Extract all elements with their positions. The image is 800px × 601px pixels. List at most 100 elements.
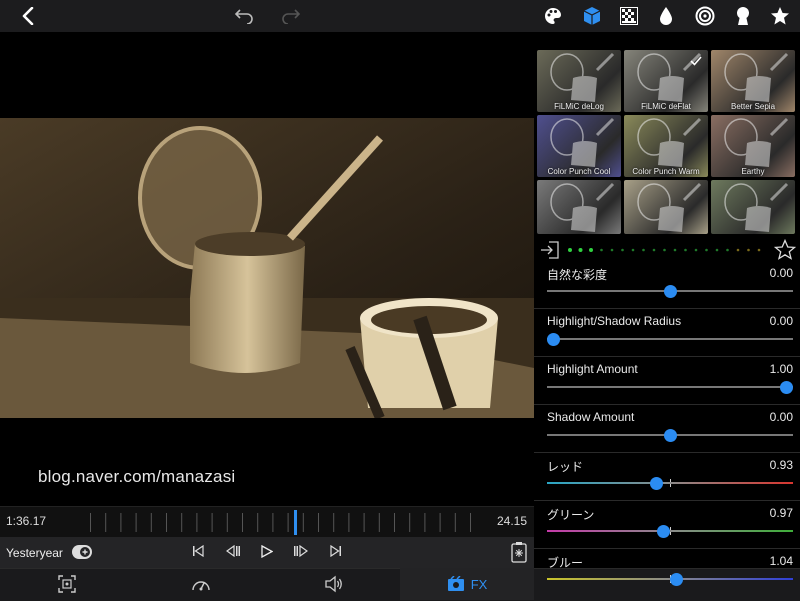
timeline-tick	[454, 513, 456, 532]
preset-dot	[663, 248, 666, 252]
skip-to-start-icon[interactable]	[192, 544, 204, 560]
keyhole-icon[interactable]	[731, 4, 755, 28]
timeline-tick	[394, 513, 395, 532]
slider-track[interactable]	[547, 386, 793, 388]
timeline-tick	[181, 513, 183, 532]
preset-dot	[684, 248, 687, 252]
filter-thumbnail[interactable]	[711, 180, 795, 234]
control-label: ブルー	[547, 556, 584, 570]
skip-to-end-icon[interactable]	[330, 544, 342, 560]
timeline-tick	[287, 513, 289, 532]
back-chevron-icon[interactable]	[16, 4, 40, 28]
tab-audio[interactable]	[268, 568, 400, 600]
filter-label: Color Punch Cool	[547, 167, 611, 176]
control-divider	[534, 308, 800, 309]
watermark-text: blog.naver.com/manazasi	[38, 467, 236, 486]
timeline-tick	[333, 513, 335, 532]
preset-dots	[568, 248, 761, 252]
filter-thumbnail[interactable]: Color Punch Warm	[624, 115, 708, 177]
tab-speed[interactable]	[134, 568, 268, 600]
control-value: 0.00	[769, 410, 793, 424]
preset-dot	[568, 248, 572, 252]
preset-strip[interactable]	[534, 234, 800, 266]
preset-dot	[747, 248, 750, 252]
slider-knob[interactable]	[663, 284, 677, 298]
control-label: レッド	[547, 460, 584, 474]
control-value: 0.00	[769, 266, 793, 280]
star-icon[interactable]	[768, 4, 792, 28]
slider-knob[interactable]	[656, 524, 670, 538]
filter-thumbnail[interactable]	[624, 180, 708, 234]
filter-thumbnail[interactable]	[537, 180, 621, 234]
timeline-tick	[211, 513, 213, 532]
timeline-tick	[166, 513, 167, 532]
control-divider	[534, 500, 800, 501]
speaker-icon	[325, 575, 342, 593]
filter-label: Color Punch Warm	[632, 167, 700, 176]
timeline-tick	[90, 513, 91, 532]
timeline-tick	[363, 513, 365, 532]
checkmark-icon	[690, 54, 702, 69]
tab-fx[interactable]: FX	[400, 568, 534, 600]
control-label: Shadow Amount	[547, 410, 635, 424]
control-divider	[534, 356, 800, 357]
checker-icon[interactable]	[617, 4, 641, 28]
timeline-tick	[318, 513, 319, 532]
control-divider	[534, 404, 800, 405]
slider-knob[interactable]	[780, 380, 793, 394]
preset-dot	[705, 248, 708, 252]
timeline-tick	[409, 513, 411, 532]
filter-thumbnail[interactable]: Better Sepia	[711, 50, 795, 112]
step-back-icon[interactable]	[225, 544, 240, 560]
filter-thumbnail[interactable]: Color Punch Cool	[537, 115, 621, 177]
spiral-icon[interactable]	[693, 4, 717, 28]
play-icon[interactable]	[261, 544, 274, 561]
timeline-tick	[424, 513, 426, 532]
palette-icon[interactable]	[541, 4, 565, 28]
timeline-scrubber[interactable]	[0, 506, 534, 538]
frame-focus-icon	[58, 575, 76, 593]
control-label: Highlight Amount	[547, 362, 638, 376]
filter-thumbnail[interactable]: FiLMiC deFlat	[624, 50, 708, 112]
preset-dot	[715, 248, 719, 252]
drop-icon[interactable]	[654, 4, 678, 28]
slider-knob[interactable]	[649, 476, 663, 490]
control-label: 自然な彩度	[547, 268, 608, 282]
look-name: Yesteryear	[6, 546, 63, 560]
fx-icon	[447, 576, 464, 591]
filter-thumbnail[interactable]: FiLMiC deLog	[537, 50, 621, 112]
timeline-tick	[135, 513, 137, 532]
cube-icon[interactable]	[580, 4, 604, 28]
control-label: Highlight/Shadow Radius	[547, 314, 682, 328]
control-divider	[534, 548, 800, 549]
preset-dot	[589, 248, 593, 252]
timeline-tick	[120, 513, 122, 532]
tab-frame[interactable]	[0, 568, 134, 600]
control-divider	[534, 452, 800, 453]
preset-dot	[600, 248, 603, 252]
slider-knob[interactable]	[663, 428, 677, 442]
preset-dot	[652, 248, 656, 252]
playhead	[294, 510, 297, 535]
add-look-toggle-icon[interactable]	[72, 545, 92, 559]
timeline-tick	[150, 513, 152, 532]
video-frame[interactable]	[0, 118, 534, 418]
undo-icon[interactable]	[232, 4, 256, 28]
step-forward-icon[interactable]	[294, 544, 309, 560]
timeline-tick	[378, 513, 380, 532]
slider-knob[interactable]	[670, 572, 684, 586]
thumb-picture	[550, 182, 615, 232]
tab-fx-label: FX	[470, 576, 488, 592]
preset-dot	[578, 248, 583, 252]
end-time: 24.15	[497, 514, 528, 528]
slider-track[interactable]	[547, 338, 793, 340]
slider-knob[interactable]	[547, 332, 560, 346]
timeline-tick	[257, 513, 259, 532]
filter-thumbnail[interactable]: Earthy	[711, 115, 795, 177]
redo-icon[interactable]	[279, 4, 303, 28]
preset-dot	[631, 248, 635, 252]
snapshot-icon[interactable]	[511, 541, 527, 566]
preset-dot	[673, 248, 677, 252]
favorite-star-icon	[774, 239, 796, 260]
timeline-tick	[105, 513, 107, 532]
